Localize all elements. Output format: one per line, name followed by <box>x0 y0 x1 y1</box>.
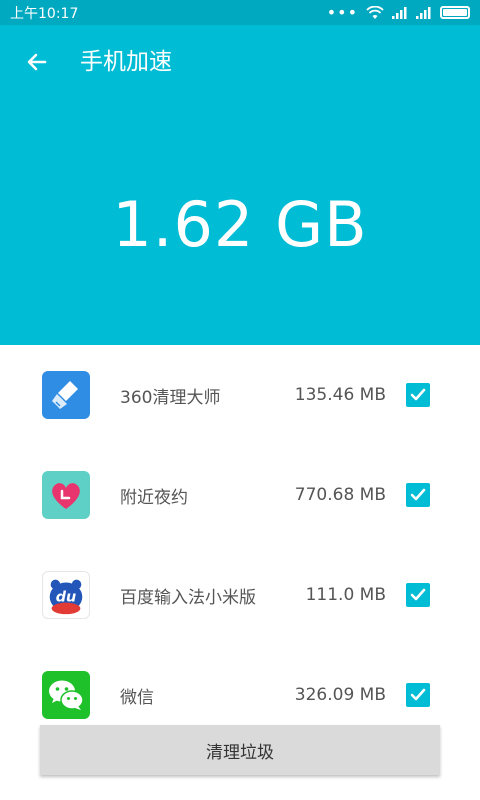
list-item[interactable]: 360清理大师 135.46 MB <box>0 345 480 445</box>
check-icon <box>410 588 426 601</box>
page-title: 手机加速 <box>80 49 172 75</box>
app-list: 360清理大师 135.46 MB 附近夜约 770.68 MB du 百度输入… <box>0 345 480 745</box>
more-dots-icon: ••• <box>326 2 358 22</box>
heart-icon <box>42 471 90 519</box>
app-size: 326.09 MB <box>294 685 386 705</box>
status-bar: 上午10:17 ••• <box>0 0 480 25</box>
memory-value: 1.62 GB <box>112 188 368 261</box>
app-checkbox[interactable] <box>406 483 430 507</box>
wifi-icon <box>366 5 384 19</box>
hero-panel: 手机加速 1.62 GB <box>0 25 480 345</box>
broom-icon <box>42 371 90 419</box>
status-icons: ••• <box>326 2 470 22</box>
app-name: 360清理大师 <box>120 387 221 408</box>
list-item[interactable]: du 百度输入法小米版 111.0 MB <box>0 545 480 645</box>
signal-icon-2 <box>416 6 431 19</box>
clean-button[interactable]: 清理垃圾 <box>40 725 440 775</box>
svg-text:du: du <box>56 590 77 606</box>
check-icon <box>410 488 426 501</box>
signal-icon-1 <box>392 6 407 19</box>
app-size: 135.46 MB <box>294 385 386 405</box>
check-icon <box>410 688 426 701</box>
app-checkbox[interactable] <box>406 383 430 407</box>
du-icon: du <box>42 571 90 619</box>
back-button[interactable] <box>22 47 52 77</box>
arrow-left-icon <box>27 53 47 71</box>
wechat-icon <box>42 671 90 719</box>
app-size: 111.0 MB <box>305 585 386 605</box>
list-item[interactable]: 附近夜约 770.68 MB <box>0 445 480 545</box>
app-name: 附近夜约 <box>120 487 188 508</box>
battery-icon <box>440 6 470 19</box>
app-name: 微信 <box>120 687 154 708</box>
status-time: 上午10:17 <box>10 5 79 22</box>
app-name: 百度输入法小米版 <box>120 587 256 608</box>
app-checkbox[interactable] <box>406 683 430 707</box>
check-icon <box>410 388 426 401</box>
app-checkbox[interactable] <box>406 583 430 607</box>
app-size: 770.68 MB <box>294 485 386 505</box>
